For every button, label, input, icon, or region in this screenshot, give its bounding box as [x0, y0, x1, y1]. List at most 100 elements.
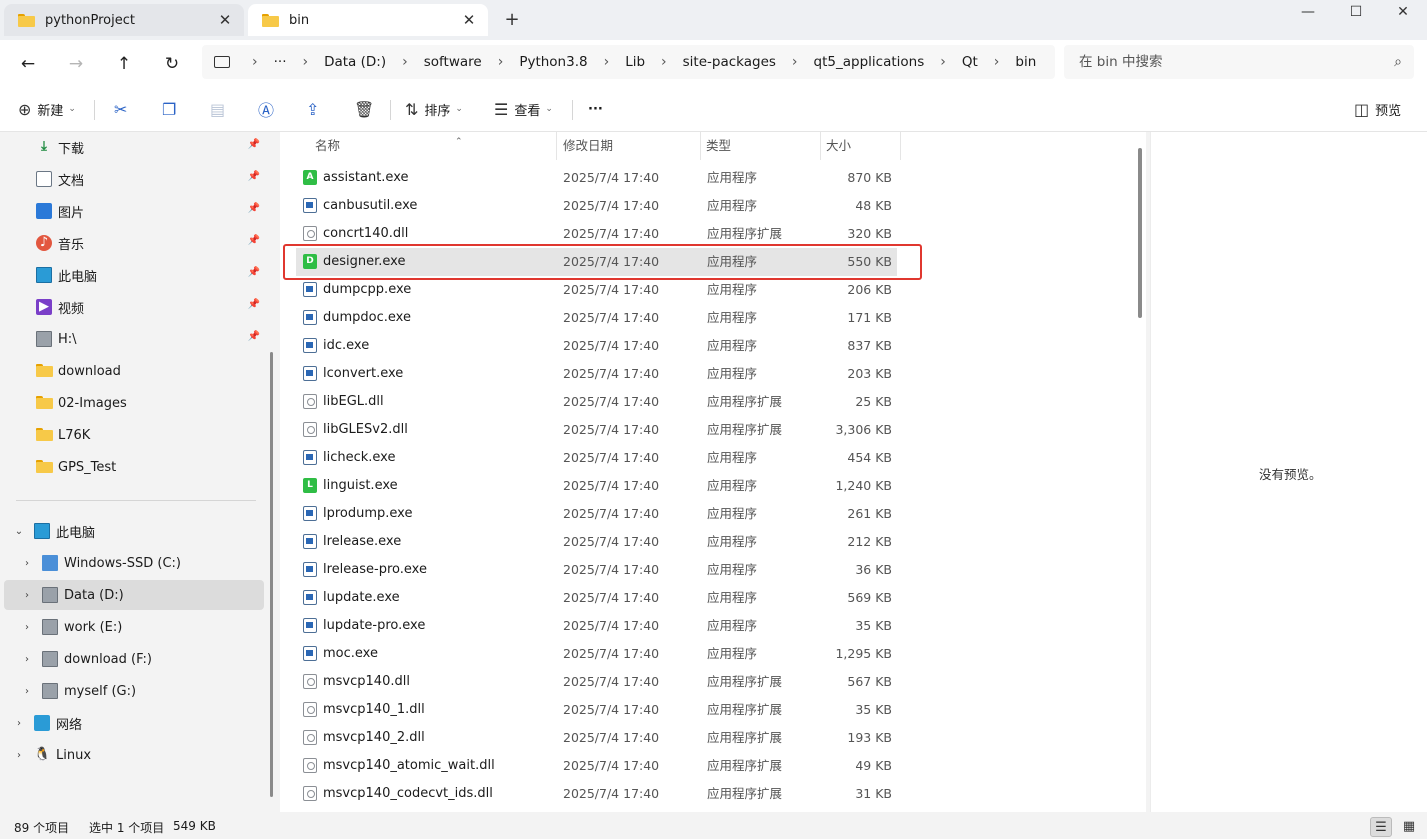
table-row[interactable]: lrelease.exe 2025/7/4 17:40 应用程序 212 KB	[296, 528, 897, 556]
table-row[interactable]: msvcp140_codecvt_ids.dll 2025/7/4 17:40 应用…	[296, 780, 897, 808]
table-row[interactable]: lupdate.exe 2025/7/4 17:40 应用程序 569 KB	[296, 584, 897, 612]
up-button[interactable]: ↑	[110, 50, 138, 78]
delete-button[interactable]: 🗑	[354, 97, 380, 121]
column-header-type[interactable]: 类型	[698, 132, 818, 160]
chevron-right-icon[interactable]: ›	[238, 54, 272, 70]
breadcrumb-more[interactable]: ···	[272, 54, 289, 70]
sidebar-item-download-folder[interactable]: download	[4, 356, 264, 386]
rename-button[interactable]: Ⓐ	[258, 97, 280, 121]
chevron-right-icon[interactable]: ›	[484, 54, 518, 70]
sidebar-item-music[interactable]: ♪ 音乐 📌	[4, 228, 264, 258]
preview-button[interactable]: ◫ 预览	[1354, 97, 1401, 121]
table-row[interactable]: dumpdoc.exe 2025/7/4 17:40 应用程序 171 KB	[296, 304, 897, 332]
close-window-button[interactable]: ✕	[1379, 0, 1427, 26]
file-list-scrollbar[interactable]	[1138, 148, 1142, 318]
sidebar-item-this-pc[interactable]: ⌄ 此电脑	[4, 516, 264, 546]
new-button[interactable]: ⊕ 新建 ⌄	[18, 97, 76, 121]
column-header-name[interactable]: ⌃ 名称	[307, 132, 555, 160]
breadcrumb-item[interactable]: Qt	[960, 54, 980, 70]
sidebar-item-this-pc-pinned[interactable]: 此电脑 📌	[4, 260, 264, 290]
tab-bin[interactable]: bin ✕	[248, 4, 488, 36]
sidebar-item-drive-c[interactable]: › Windows-SSD (C:)	[4, 548, 264, 578]
chevron-right-icon[interactable]: ›	[590, 54, 624, 70]
cut-button[interactable]: ✂	[114, 97, 133, 121]
table-row[interactable]: lrelease-pro.exe 2025/7/4 17:40 应用程序 36 KB	[296, 556, 897, 584]
table-row[interactable]: libGLESv2.dll 2025/7/4 17:40 应用程序扩展 3,306 K…	[296, 416, 897, 444]
table-row[interactable]: msvcp140_1.dll 2025/7/4 17:40 应用程序扩展 35 KB	[296, 696, 897, 724]
details-view-button[interactable]: ☰	[1370, 817, 1392, 837]
table-row[interactable]: msvcp140_2.dll 2025/7/4 17:40 应用程序扩展 193 KB	[296, 724, 897, 752]
tab-pythonproject[interactable]: pythonProject ✕	[4, 4, 244, 36]
tiles-view-button[interactable]: ▦	[1398, 817, 1420, 837]
breadcrumb-item[interactable]: qt5_applications	[812, 54, 927, 70]
sidebar-item-downloads[interactable]: ⤓ 下载 📌	[4, 132, 264, 162]
maximize-button[interactable]: ☐	[1332, 0, 1380, 26]
address-bar[interactable]: › ··· › Data (D:) › software › Python3.8…	[202, 45, 1055, 79]
table-row[interactable]: lprodump.exe 2025/7/4 17:40 应用程序 261 KB	[296, 500, 897, 528]
sidebar-item-h-drive[interactable]: H:\ 📌	[4, 324, 264, 354]
column-header-date[interactable]: 修改日期	[555, 132, 699, 160]
copy-button[interactable]: ❐	[162, 97, 182, 121]
sidebar-item-drive-e[interactable]: › work (E:)	[4, 612, 264, 642]
forward-button[interactable]: →	[62, 50, 90, 78]
table-row[interactable]: libEGL.dll 2025/7/4 17:40 应用程序扩展 25 KB	[296, 388, 897, 416]
sidebar-item-drive-d[interactable]: › Data (D:)	[4, 580, 264, 610]
close-icon[interactable]: ✕	[460, 11, 478, 29]
table-row[interactable]: dumpcpp.exe 2025/7/4 17:40 应用程序 206 KB	[296, 276, 897, 304]
chevron-right-icon[interactable]: ›	[12, 750, 26, 761]
chevron-right-icon[interactable]: ›	[647, 54, 681, 70]
chevron-down-icon[interactable]: ⌄	[12, 526, 26, 537]
column-separator[interactable]	[900, 132, 901, 160]
chevron-right-icon[interactable]: ›	[20, 558, 34, 569]
sidebar-item-videos[interactable]: ▶ 视频 📌	[4, 292, 264, 322]
paste-button[interactable]: ▤	[210, 97, 231, 121]
chevron-right-icon[interactable]: ›	[20, 622, 34, 633]
table-row[interactable]: lconvert.exe 2025/7/4 17:40 应用程序 203 KB	[296, 360, 897, 388]
sort-button[interactable]: ⇅ 排序 ⌄	[405, 97, 463, 121]
chevron-right-icon[interactable]: ›	[20, 654, 34, 665]
share-button[interactable]: ⇪	[306, 97, 325, 121]
sidebar-item-linux[interactable]: › 🐧 Linux	[4, 740, 264, 770]
new-tab-button[interactable]: +	[502, 8, 522, 32]
breadcrumb-item[interactable]: Python3.8	[517, 54, 589, 70]
table-row[interactable]: Aassistant.exe 2025/7/4 17:40 应用程序 870 KB	[296, 164, 897, 192]
breadcrumb-item[interactable]: bin	[1013, 54, 1038, 70]
chevron-right-icon[interactable]: ›	[388, 54, 422, 70]
chevron-right-icon[interactable]: ›	[778, 54, 812, 70]
sidebar-scrollbar[interactable]	[270, 352, 273, 797]
sidebar-item-drive-f[interactable]: › download (F:)	[4, 644, 264, 674]
breadcrumb-item[interactable]: site-packages	[681, 54, 778, 70]
table-row[interactable]: msvcp140_atomic_wait.dll 2025/7/4 17:40 应用…	[296, 752, 897, 780]
view-button[interactable]: ☰ 查看 ⌄	[494, 97, 553, 121]
table-row[interactable]: idc.exe 2025/7/4 17:40 应用程序 837 KB	[296, 332, 897, 360]
sidebar-item-l76k[interactable]: L76K	[4, 420, 264, 450]
sidebar-item-documents[interactable]: 文档 📌	[4, 164, 264, 194]
chevron-right-icon[interactable]: ›	[12, 718, 26, 729]
table-row[interactable]: moc.exe 2025/7/4 17:40 应用程序 1,295 KB	[296, 640, 897, 668]
table-row[interactable]: msvcp140.dll 2025/7/4 17:40 应用程序扩展 567 KB	[296, 668, 897, 696]
table-row[interactable]: canbusutil.exe 2025/7/4 17:40 应用程序 48 KB	[296, 192, 897, 220]
refresh-button[interactable]: ↻	[158, 50, 186, 78]
close-icon[interactable]: ✕	[216, 11, 234, 29]
sidebar-item-02-images[interactable]: 02-Images	[4, 388, 264, 418]
sidebar-item-gps-test[interactable]: GPS_Test	[4, 452, 264, 482]
breadcrumb-item[interactable]: software	[422, 54, 484, 70]
breadcrumb-item[interactable]: Data (D:)	[322, 54, 388, 70]
chevron-right-icon[interactable]: ›	[20, 686, 34, 697]
sidebar-item-pictures[interactable]: 图片 📌	[4, 196, 264, 226]
search-input[interactable]: 在 bin 中搜索 ⌕	[1064, 45, 1414, 79]
chevron-right-icon[interactable]: ›	[20, 590, 34, 601]
minimize-button[interactable]: —	[1284, 0, 1332, 26]
table-row[interactable]: lupdate-pro.exe 2025/7/4 17:40 应用程序 35 KB	[296, 612, 897, 640]
chevron-right-icon[interactable]: ›	[926, 54, 960, 70]
table-row[interactable]: Llinguist.exe 2025/7/4 17:40 应用程序 1,240 KB	[296, 472, 897, 500]
chevron-right-icon[interactable]: ›	[288, 54, 322, 70]
column-header-size[interactable]: 大小	[818, 132, 898, 160]
more-options-button[interactable]: ···	[588, 97, 603, 121]
table-row[interactable]: licheck.exe 2025/7/4 17:40 应用程序 454 KB	[296, 444, 897, 472]
sidebar-item-drive-g[interactable]: › myself (G:)	[4, 676, 264, 706]
breadcrumb-item[interactable]: Lib	[623, 54, 647, 70]
chevron-right-icon[interactable]: ›	[980, 54, 1014, 70]
sidebar-item-network[interactable]: › 网络	[4, 708, 264, 738]
back-button[interactable]: ←	[14, 50, 42, 78]
